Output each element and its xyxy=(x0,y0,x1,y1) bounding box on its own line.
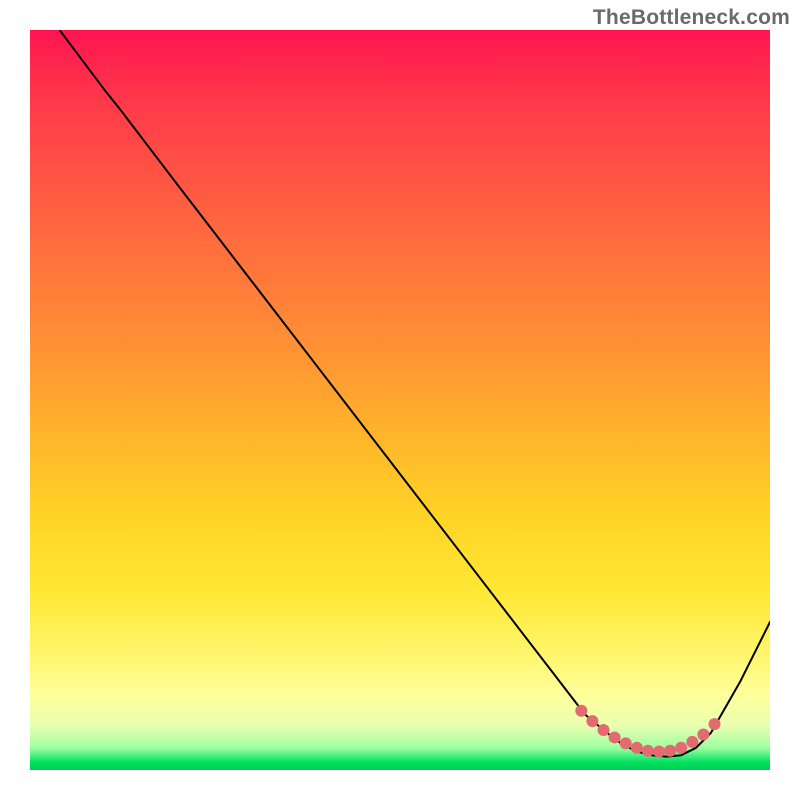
chart-canvas: TheBottleneck.com xyxy=(0,0,800,800)
highlight-dot xyxy=(598,724,610,736)
highlight-dot xyxy=(631,742,643,754)
main-curve xyxy=(60,30,770,757)
highlight-dots xyxy=(575,705,720,758)
highlight-dot xyxy=(664,745,676,757)
highlight-dot xyxy=(697,728,709,740)
highlight-dot xyxy=(686,736,698,748)
highlight-dot xyxy=(709,718,721,730)
highlight-dot xyxy=(620,737,632,749)
highlight-dot xyxy=(642,745,654,757)
highlight-dot xyxy=(609,731,621,743)
plot-area xyxy=(30,30,770,770)
watermark-text: TheBottleneck.com xyxy=(593,6,790,30)
highlight-dot xyxy=(675,742,687,754)
highlight-dot xyxy=(586,715,598,727)
chart-overlay xyxy=(30,30,770,770)
highlight-dot xyxy=(653,746,665,758)
highlight-dot xyxy=(575,705,587,717)
